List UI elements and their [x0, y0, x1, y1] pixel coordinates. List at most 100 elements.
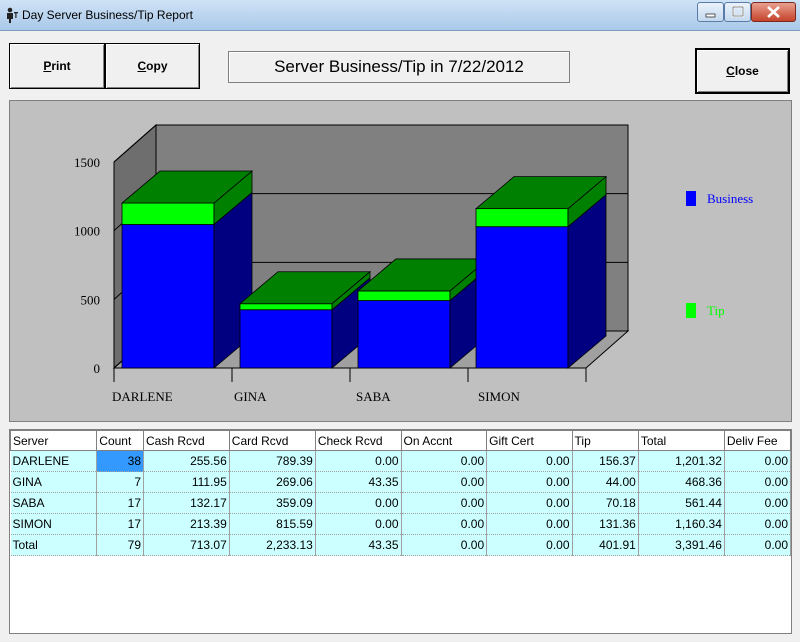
minimize-button[interactable]	[697, 2, 724, 22]
print-label: Print	[43, 59, 71, 73]
y-tick-label: 1000	[74, 224, 100, 239]
table-cell[interactable]: 44.00	[572, 471, 639, 493]
table-cell[interactable]: 401.91	[572, 534, 639, 556]
table-cell[interactable]: 0.00	[724, 534, 791, 556]
legend-label-business: Business	[707, 191, 753, 206]
table-cell[interactable]: 131.36	[572, 513, 639, 535]
close-button[interactable]: Close	[695, 48, 790, 94]
table-cell[interactable]: DARLENE	[10, 450, 98, 472]
table-cell[interactable]: 2,233.13	[229, 534, 316, 556]
bar-tip	[357, 290, 451, 301]
table-cell[interactable]: GINA	[10, 471, 98, 493]
table-cell[interactable]: 38	[96, 450, 145, 472]
table-cell[interactable]: 0.00	[486, 492, 573, 514]
bar-tip	[121, 202, 215, 225]
table-cell[interactable]: 468.36	[638, 471, 725, 493]
report-grid[interactable]: Server Count Cash Rcvd Card Rcvd Check Rcvd O…	[9, 429, 792, 634]
table-cell[interactable]: 0.00	[486, 471, 573, 493]
table-cell[interactable]: 815.59	[229, 513, 316, 535]
table-cell[interactable]: 43.35	[315, 534, 402, 556]
table-cell[interactable]: 0.00	[724, 492, 791, 514]
table-cell[interactable]: 0.00	[724, 471, 791, 493]
y-tick-label: 1500	[74, 155, 100, 170]
table-cell[interactable]: 70.18	[572, 492, 639, 514]
column-header[interactable]: Card Rcvd	[228, 430, 316, 451]
table-cell[interactable]: 132.17	[143, 492, 230, 514]
title-bar: Day Server Business/Tip Report	[0, 0, 800, 31]
bar-business	[239, 309, 333, 369]
column-header[interactable]: Deliv Fee	[723, 430, 791, 451]
column-header[interactable]: On Accnt	[400, 430, 488, 451]
table-row[interactable]: DARLENE 38 255.56 789.39 0.00 0.00 0.00 156.37 1…	[10, 450, 791, 472]
close-label: Close	[726, 64, 759, 78]
table-cell[interactable]: Total	[10, 534, 98, 556]
window-title: Day Server Business/Tip Report	[22, 8, 193, 22]
table-cell[interactable]: 0.00	[486, 513, 573, 535]
minimize-icon	[705, 13, 716, 18]
table-cell[interactable]: 0.00	[401, 534, 488, 556]
app-icon	[7, 7, 18, 23]
table-cell[interactable]: 0.00	[401, 492, 488, 514]
table-cell[interactable]: 789.39	[229, 450, 316, 472]
table-cell[interactable]: 1,201.32	[638, 450, 725, 472]
table-cell[interactable]: 17	[96, 513, 145, 535]
table-cell[interactable]: 0.00	[401, 513, 488, 535]
copy-label: Copy	[137, 59, 168, 73]
table-cell[interactable]: 3,391.46	[638, 534, 725, 556]
legend-label-tip: Tip	[707, 303, 725, 318]
table-cell[interactable]: 1,160.34	[638, 513, 725, 535]
chart-panel: 0 500 1000 1500 DARLENE GINA SABA SIMON Busine…	[9, 100, 792, 422]
bar-tip	[239, 303, 333, 311]
table-cell[interactable]: 359.09	[229, 492, 316, 514]
x-tick-label: SABA	[356, 389, 391, 404]
table-cell[interactable]: 0.00	[486, 450, 573, 472]
table-cell[interactable]: 79	[96, 534, 145, 556]
table-cell[interactable]: 7	[96, 471, 145, 493]
header-row: Server Count Cash Rcvd Card Rcvd Check Rcvd O…	[10, 430, 791, 451]
column-header[interactable]: Total	[637, 430, 725, 451]
copy-button[interactable]: Copy	[105, 43, 200, 89]
print-button[interactable]: Print	[9, 43, 105, 89]
table-row[interactable]: GINA 7 111.95 269.06 43.35 0.00 0.00 44.00 468.3…	[10, 471, 791, 493]
table-cell[interactable]: 269.06	[229, 471, 316, 493]
column-header[interactable]: Server	[10, 430, 98, 451]
column-header[interactable]: Tip	[571, 430, 639, 451]
close-icon	[767, 6, 780, 18]
table-cell[interactable]: 0.00	[315, 513, 402, 535]
maximize-icon	[731, 5, 745, 18]
maximize-button[interactable]	[724, 2, 751, 22]
legend-swatch-tip	[686, 303, 696, 318]
x-tick-label: GINA	[234, 389, 267, 404]
window-close-button[interactable]	[751, 2, 796, 22]
column-header[interactable]: Cash Rcvd	[143, 430, 230, 451]
business-tip-chart: 0 500 1000 1500 DARLENE GINA SABA SIMON Busine…	[74, 123, 753, 404]
table-cell[interactable]: 43.35	[315, 471, 402, 493]
y-tick-label: 500	[81, 292, 101, 307]
legend-swatch-business	[686, 191, 696, 206]
table-row[interactable]: Total 79 713.07 2,233.13 43.35 0.00 0.00 401.91…	[10, 534, 791, 556]
table-cell[interactable]: SABA	[10, 492, 98, 514]
table-cell[interactable]: 0.00	[724, 450, 791, 472]
bar-business	[357, 300, 451, 369]
bar-business	[475, 226, 569, 369]
table-cell[interactable]: 713.07	[143, 534, 230, 556]
table-cell[interactable]: 213.39	[143, 513, 230, 535]
table-cell[interactable]: SIMON	[10, 513, 98, 535]
table-row[interactable]: SABA 17 132.17 359.09 0.00 0.00 0.00 70.18 561.4…	[10, 492, 791, 514]
table-cell[interactable]: 0.00	[315, 492, 402, 514]
table-cell[interactable]: 255.56	[143, 450, 230, 472]
bar-tip	[475, 208, 569, 228]
table-cell[interactable]: 561.44	[638, 492, 725, 514]
table-cell[interactable]: 0.00	[486, 534, 573, 556]
table-cell[interactable]: 17	[96, 492, 145, 514]
table-cell[interactable]: 0.00	[401, 471, 488, 493]
table-cell[interactable]: 156.37	[572, 450, 639, 472]
column-header[interactable]: Check Rcvd	[314, 430, 402, 451]
table-row[interactable]: SIMON 17 213.39 815.59 0.00 0.00 0.00 131.36 1,1…	[10, 513, 791, 535]
column-header[interactable]: Gift Cert	[486, 430, 573, 451]
table-cell[interactable]: 0.00	[401, 450, 488, 472]
table-cell[interactable]: 0.00	[724, 513, 791, 535]
table-cell[interactable]: 111.95	[143, 471, 230, 493]
column-header[interactable]: Count	[96, 430, 145, 451]
table-cell[interactable]: 0.00	[315, 450, 402, 472]
